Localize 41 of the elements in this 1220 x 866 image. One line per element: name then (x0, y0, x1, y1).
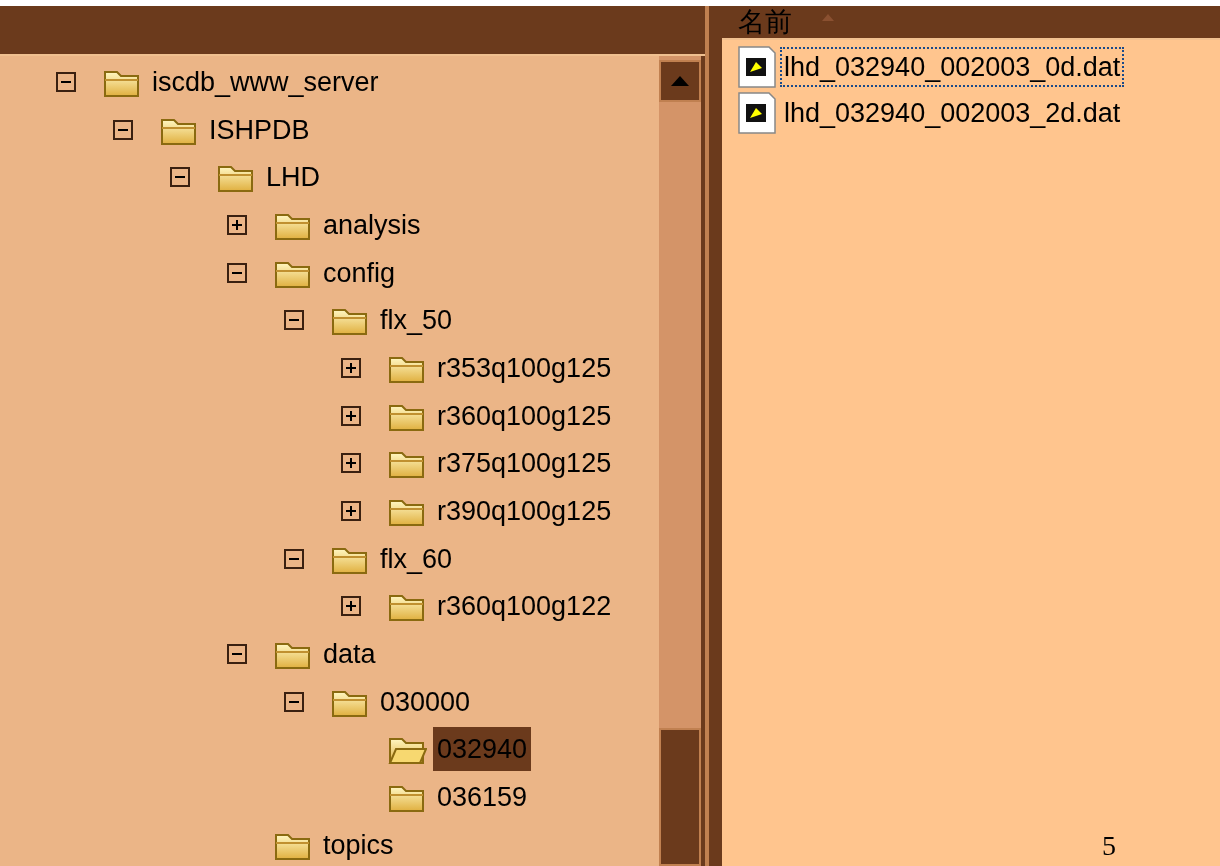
scroll-thumb[interactable] (659, 728, 701, 866)
folder-label[interactable]: data (319, 632, 380, 677)
folder-label[interactable]: analysis (319, 202, 425, 247)
expand-icon[interactable] (341, 596, 361, 617)
scroll-up-button[interactable] (659, 60, 701, 102)
folder-label[interactable]: flx_50 (376, 298, 457, 343)
collapse-icon[interactable] (170, 167, 190, 188)
folder-label[interactable]: 030000 (376, 679, 475, 724)
file-name[interactable]: lhd_032940_002003_0d.dat (780, 47, 1125, 87)
expand-icon[interactable] (341, 357, 361, 378)
collapse-icon[interactable] (227, 262, 247, 283)
expand-icon[interactable] (341, 501, 361, 522)
collapse-icon[interactable] (113, 119, 133, 140)
expand-icon[interactable] (227, 214, 247, 235)
folder-label[interactable]: r375q100g125 (433, 441, 616, 486)
up-arrow-icon (671, 76, 689, 86)
folder-label[interactable]: iscdb_www_server (148, 59, 383, 104)
folder-label[interactable]: ISHPDB (205, 107, 314, 152)
folder-label[interactable]: r360q100g125 (433, 393, 616, 438)
collapse-icon[interactable] (227, 644, 247, 665)
pane-splitter[interactable] (705, 6, 722, 866)
collapse-icon[interactable] (284, 310, 304, 331)
sort-arrow-icon (822, 13, 834, 21)
collapse-icon[interactable] (56, 71, 76, 92)
expand-icon[interactable] (341, 453, 361, 474)
page-number: 5 (1102, 832, 1116, 860)
folder-label[interactable]: r353q100g125 (433, 345, 616, 390)
file-name[interactable]: lhd_032940_002003_2d.dat (780, 93, 1125, 133)
collapse-icon[interactable] (284, 548, 304, 569)
folder-label[interactable]: r360q100g122 (433, 584, 616, 629)
folder-label[interactable]: r390q100g125 (433, 489, 616, 534)
folder-label[interactable]: 036159 (433, 775, 532, 820)
folder-label[interactable]: config (319, 250, 400, 295)
scrollbar[interactable] (659, 56, 705, 866)
folder-label[interactable]: flx_60 (376, 536, 457, 581)
folder-label[interactable]: LHD (262, 155, 324, 200)
expand-icon[interactable] (341, 405, 361, 426)
file-icon (738, 46, 776, 88)
file-icon (738, 92, 776, 134)
collapse-icon[interactable] (284, 691, 304, 712)
folder-label[interactable]: topics (319, 822, 398, 866)
